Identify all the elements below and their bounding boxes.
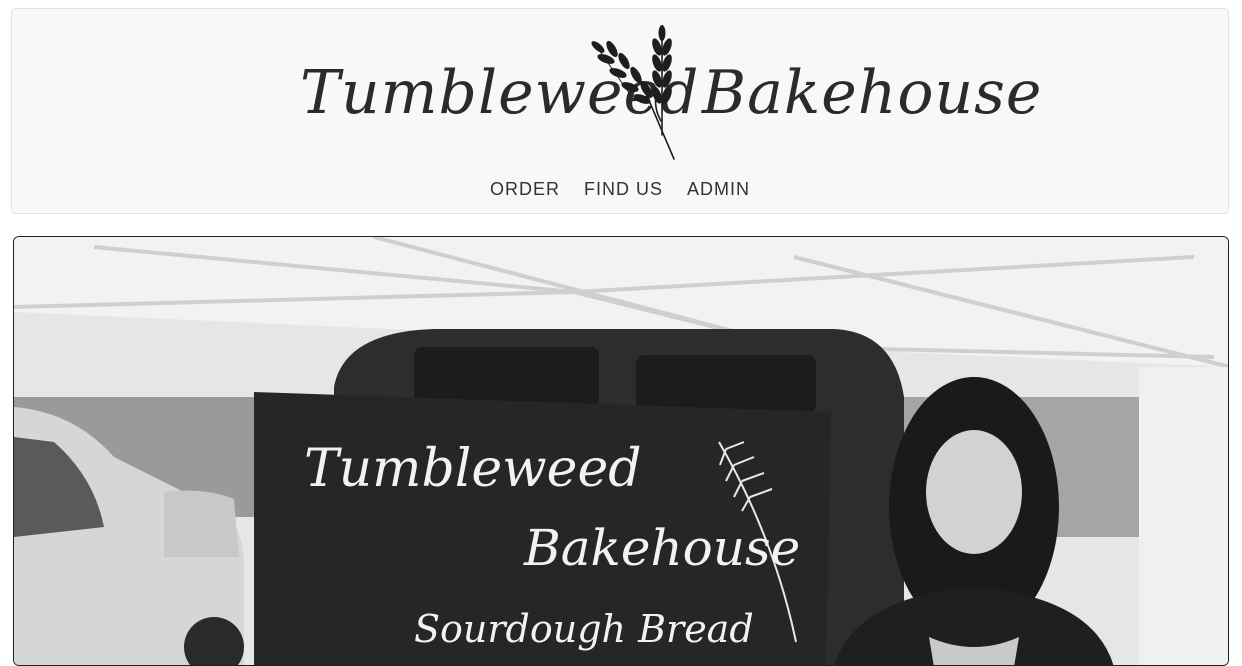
site-header: Tumbleweed Bakehouse ORDER FIND US ADMIN <box>11 8 1229 214</box>
brand-logo[interactable]: Tumbleweed Bakehouse <box>12 9 1228 169</box>
wheat-icon <box>591 25 675 160</box>
sign-text-line1: Tumbleweed <box>304 439 642 499</box>
nav-admin[interactable]: ADMIN <box>675 177 762 202</box>
sign-text-line2: Bakehouse <box>524 519 801 577</box>
brand-name-right: Bakehouse <box>702 58 1043 128</box>
nav-find-us[interactable]: FIND US <box>572 177 675 202</box>
nav-order[interactable]: ORDER <box>478 177 572 202</box>
hero-photo: Tumbleweed Bakehouse Sourdough Bread <box>13 236 1229 666</box>
sign-text-line3: Sourdough Bread <box>414 607 754 651</box>
main-nav: ORDER FIND US ADMIN <box>12 177 1228 202</box>
